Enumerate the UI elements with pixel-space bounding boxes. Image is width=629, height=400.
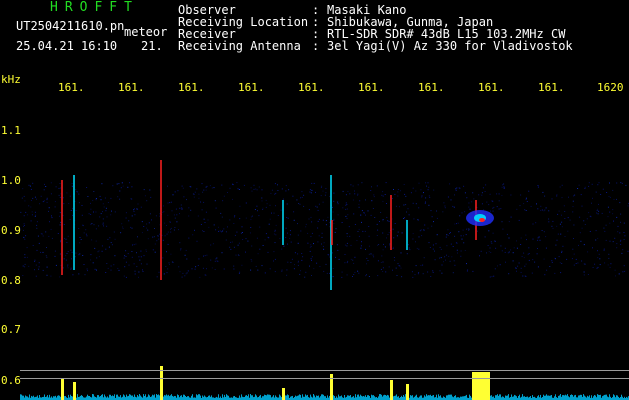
x-tick-8: 161.: [478, 81, 505, 94]
x-tick-7: 161.: [418, 81, 445, 94]
spectrogram-plot: [20, 100, 629, 400]
x-tick-2: 161.: [118, 81, 145, 94]
app-title: HROFFT: [50, 0, 139, 15]
y-tick-0-8: 0.8: [1, 274, 21, 287]
file-name: UT2504211610.pn: [16, 19, 125, 33]
level-guide-upper: [20, 370, 629, 371]
level-guide-lower: [20, 378, 629, 379]
y-tick-0-9: 0.9: [1, 224, 21, 237]
y-tick-1-0: 1.0: [1, 174, 21, 187]
date-time: 25.04.21 16:10: [16, 39, 118, 53]
x-tick-3: 161.: [178, 81, 205, 94]
frequency-partial: 21.: [141, 39, 163, 53]
x-tick-1: 161.: [58, 81, 85, 94]
antenna-label: Receiving Antenna: [178, 39, 301, 53]
spectrogram-waterfall-icon: [20, 160, 629, 400]
x-tick-10: 1620: [597, 81, 624, 94]
x-tick-9: 161.: [538, 81, 565, 94]
x-tick-5: 161.: [298, 81, 325, 94]
hrofft-window: HROFFT UT2504211610.pn meteor 25.04.21 1…: [0, 0, 629, 400]
x-tick-6: 161.: [358, 81, 385, 94]
y-tick-0-6: 0.6: [1, 374, 21, 387]
file-suffix: meteor: [124, 25, 168, 39]
antenna-separator: :: [312, 39, 320, 53]
y-tick-0-7: 0.7: [1, 323, 21, 336]
y-axis-unit: kHz: [1, 73, 21, 86]
antenna-value: 3el Yagi(V) Az 330 for Vladivostok: [327, 39, 573, 53]
y-tick-1-1: 1.1: [1, 124, 21, 137]
x-tick-4: 161.: [238, 81, 265, 94]
